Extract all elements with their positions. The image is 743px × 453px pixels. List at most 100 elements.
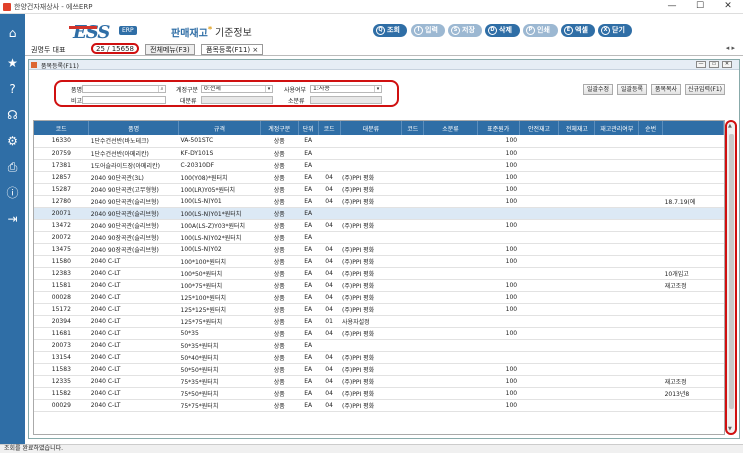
window-close-button[interactable]: ✕ xyxy=(722,61,732,68)
copy-item-button[interactable]: 품목복사 xyxy=(651,84,681,95)
table-row[interactable]: 15287 2040 90단곡관(고무형형) 100(LR)Y05*원터치 상품 EA 0… xyxy=(34,183,724,196)
use-select[interactable]: 1:사용 ▾ xyxy=(310,85,382,93)
vertical-scrollbar[interactable]: ▲ ▼ xyxy=(725,120,737,435)
table-row[interactable]: 11582 2040 C-LT 75*50*원터치 상품 EA 04 (주)PPI 평화 10… xyxy=(34,387,724,400)
table-row[interactable]: 12335 2040 C-LT 75*35*원터치 상품 EA 04 (주)PPI 평화 10… xyxy=(34,375,724,388)
column-header[interactable]: 규격 xyxy=(178,121,261,135)
table-cell: 18.7.19(에 xyxy=(662,195,724,208)
column-header[interactable]: 품명 xyxy=(88,121,180,135)
table-cell: 100 xyxy=(477,243,520,256)
table-cell xyxy=(662,363,724,376)
table-cell xyxy=(594,147,639,160)
window-minimize-button[interactable]: — xyxy=(696,61,706,68)
table-row[interactable]: 13475 2040 90장곡관(슬리브형) 100(LS-N)Y02 상품 EA 04(… xyxy=(34,243,724,256)
table-row[interactable]: 11583 2040 C-LT 50*50*원터치 상품 EA 04 (주)PPI 평화 10… xyxy=(34,363,724,376)
table-cell: 50*50*원터치 xyxy=(178,363,261,376)
printer-icon[interactable]: ⎙ xyxy=(5,160,20,175)
scroll-thumb[interactable] xyxy=(729,134,734,409)
menu-title: 판매재고* xyxy=(171,24,213,40)
table-cell xyxy=(594,135,639,148)
window-restore-button[interactable]: ▭ xyxy=(709,61,719,68)
table-row[interactable]: 20073 2040 C-LT 50*35*원터치 상품 EA xyxy=(34,339,724,352)
print-button[interactable]: P 인쇄 xyxy=(523,24,558,37)
search-button[interactable]: Q 조회 xyxy=(373,24,407,37)
column-header[interactable]: 코드 xyxy=(401,121,425,135)
save-button[interactable]: S 저장 xyxy=(448,24,482,37)
table-cell xyxy=(594,315,639,328)
column-header[interactable]: 표준원가 xyxy=(477,121,520,135)
info-icon[interactable]: ⓘ xyxy=(5,186,20,201)
table-cell xyxy=(519,147,559,160)
table-row[interactable]: 12383 2040 C-LT 100*50*원터치 상품 EA 04 (주)PPI 평화 1… xyxy=(34,267,724,280)
minor-category-input[interactable] xyxy=(310,96,382,104)
item-name-input[interactable]: ⌕ xyxy=(82,85,166,93)
tab-row: 권명두 대표 25 / 15658 전체메뉴(F3) 품목등록(F11) × ◂… xyxy=(25,43,743,56)
column-header[interactable]: 코드 xyxy=(318,121,341,135)
gear-icon[interactable]: ⚙ xyxy=(5,134,20,149)
header: ESS ERP 판매재고* 기준정보 Q 조회 I 입력 S 저장 D 삭제 P 인쇄 E 엑셀 X 닫기 xyxy=(25,14,743,44)
tab-item-registration[interactable]: 품목등록(F11) × xyxy=(201,44,264,55)
column-header[interactable]: 순번 xyxy=(638,121,664,135)
star-icon[interactable]: ★ xyxy=(5,56,20,71)
major-category-label: 대분류 xyxy=(180,98,197,105)
delete-icon: D xyxy=(488,25,497,35)
table-cell xyxy=(519,207,559,220)
minimize-button[interactable]: — xyxy=(658,0,686,14)
table-cell: 재고조정 xyxy=(662,279,724,292)
help-icon[interactable]: ? xyxy=(5,82,20,97)
table-cell: 00029 xyxy=(34,399,89,412)
exit-icon[interactable]: ⇥ xyxy=(5,212,20,227)
maximize-button[interactable]: ☐ xyxy=(686,0,714,14)
table-row[interactable]: 13472 2040 90단곡관(슬리브형) 100A(LS-Z)Y03*원터치 상품… xyxy=(34,219,724,232)
column-header[interactable]: 안전재고 xyxy=(519,121,560,135)
major-category-input[interactable] xyxy=(201,96,273,104)
account-select[interactable]: 0:전체 ▾ xyxy=(201,85,273,93)
table-row[interactable]: 16330 1단수건선반(바노테크) VA-501STC 상품 EA 100 xyxy=(34,135,724,148)
table-cell xyxy=(638,279,663,292)
new-entry-button[interactable]: 신규입력(F1) xyxy=(685,84,725,95)
bulk-register-button[interactable]: 일괄등록 xyxy=(617,84,647,95)
table-row[interactable]: 20394 2040 C-LT 125*75*원터치 상품 EA 01 사용자설정 xyxy=(34,315,724,328)
table-row[interactable]: 11681 2040 C-LT 50*35 상품 EA 04 (주)PPI 평화 100 xyxy=(34,327,724,340)
close-window-button[interactable]: ✕ xyxy=(714,0,742,14)
input-button[interactable]: I 입력 xyxy=(411,24,445,37)
column-header[interactable]: 단위 xyxy=(298,121,319,135)
table-cell xyxy=(594,243,639,256)
note-input[interactable] xyxy=(82,96,166,104)
bulk-edit-button[interactable]: 일괄수정 xyxy=(583,84,613,95)
table-row[interactable]: 11581 2040 C-LT 100*75*원터치 상품 EA 04 (주)PPI 평화 1… xyxy=(34,279,724,292)
delete-button[interactable]: D 삭제 xyxy=(485,24,520,37)
table-row[interactable]: 12857 2040 90단곡관(3L) 100(Y08)*원터치 상품 EA 04 (주)… xyxy=(34,171,724,184)
tab-nav[interactable]: ◂ ▸ xyxy=(726,44,735,52)
search-icon[interactable]: ⌕ xyxy=(158,86,165,92)
column-header[interactable]: 재고관리여부 xyxy=(594,121,640,135)
table-cell xyxy=(638,147,663,160)
column-header[interactable]: 계정구분 xyxy=(260,121,299,135)
table-row[interactable]: 15172 2040 C-LT 125*125*원터치 상품 EA 04 (주)PPI 평화… xyxy=(34,303,724,316)
table-row[interactable]: 00029 2040 C-LT 75*75*원터치 상품 EA 04 (주)PPI 평화 10… xyxy=(34,399,724,412)
close-button[interactable]: X 닫기 xyxy=(598,24,632,37)
scroll-up-icon[interactable]: ▲ xyxy=(728,123,732,129)
table-row[interactable]: 11580 2040 C-LT 100*100*원터치 상품 EA 04 (주)PPI 평화… xyxy=(34,255,724,268)
column-header[interactable]: 소분류 xyxy=(423,121,478,135)
table-cell xyxy=(318,231,341,244)
table-cell xyxy=(558,147,595,160)
column-header[interactable]: 코드 xyxy=(34,121,90,135)
column-header[interactable]: 전체재고 xyxy=(558,121,596,135)
tab-all-menu[interactable]: 전체메뉴(F3) xyxy=(145,44,195,55)
table-row[interactable]: 13154 2040 C-LT 50*40*원터치 상품 EA 04 (주)PPI 평화 xyxy=(34,351,724,364)
table-row[interactable]: 17381 1도어슬라이드장(아메리칸) C-20310DF 상품 EA 100 xyxy=(34,159,724,172)
table-row[interactable]: 20759 1단수건선반(아메리칸) KF-DY101S 상품 EA 100 xyxy=(34,147,724,160)
table-row[interactable]: 20071 2040 90단곡관(슬리브형) 100(LS-N)Y01*원터치 상품 E… xyxy=(34,207,724,220)
table-row[interactable]: 00028 2040 C-LT 125*100*원터치 상품 EA 04 (주)PPI 평화… xyxy=(34,291,724,304)
column-header[interactable] xyxy=(662,121,724,135)
table-row[interactable]: 12780 2040 90단곡관(슬리브형) 100(LS-N)Y01 상품 EA 04(… xyxy=(34,195,724,208)
excel-button[interactable]: E 엑셀 xyxy=(561,24,595,37)
column-header[interactable]: 대분류 xyxy=(340,121,403,135)
item-registration-window: 품목등록(F11) — ▭ ✕ 품명 ⌕ 계정구분 0:전체 ▾ 사용여부 1:사… xyxy=(28,59,740,439)
table-cell: 2040 C-LT xyxy=(88,279,179,292)
scroll-down-icon[interactable]: ▼ xyxy=(728,426,732,432)
table-row[interactable]: 20072 2040 90장곡관(슬리브형) 100(LS-N)Y02*원터치 상품 E… xyxy=(34,231,724,244)
home-icon[interactable]: ⌂ xyxy=(5,26,20,41)
headset-icon[interactable]: ☊ xyxy=(5,108,20,123)
